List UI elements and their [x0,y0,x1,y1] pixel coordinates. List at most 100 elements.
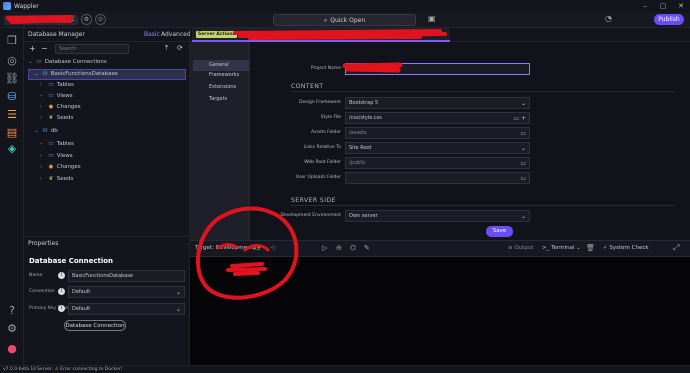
tree-item-seeds-2[interactable]: › ❦ Seeds [40,174,73,185]
layout-icon[interactable]: ▣ [428,14,436,23]
panel-title: Database Manager [28,31,85,38]
notifications-icon[interactable]: ◔ [605,14,612,23]
folder-plus-icon[interactable]: ▭ + [513,113,526,124]
add-icon[interactable]: + [29,44,36,53]
delete-icon[interactable]: 🗑 [586,244,595,252]
title-bar: Wappler – ▢ ✕ [0,0,690,12]
window-controls: – ▢ ✕ [636,0,690,12]
refresh-icon[interactable]: ⟳ [177,44,183,52]
dev-env-select[interactable]: Own server ⌄ [345,210,530,222]
tree-item-changes[interactable]: › ◉ Changes [40,102,81,113]
bottom-toolbar: Target: Development2 ▾ ⚠ ⟲ ▷ ⊖ ⌬ ✎ ≡ Out… [190,240,690,257]
chevron-down-icon: ⌄ [69,16,75,23]
status-bar: v7.0.0-beta.14 Server: ⚠ Error connectin… [0,365,690,373]
assets-folder-input[interactable]: /assets ▭ [345,127,530,139]
nav-targets[interactable]: Targets [193,94,249,105]
style-file-input[interactable]: /css/style.css ▭ + [345,112,530,124]
gear-icon[interactable]: ⚙ [81,14,92,25]
tree-item-views[interactable]: › ▭ Views [40,91,73,102]
tree-item-seeds[interactable]: › ❦ Seeds [40,113,73,124]
tree-item-changes-2[interactable]: › ◉ Changes [40,162,81,173]
uploads-folder-input[interactable]: ▭ [345,172,530,184]
search-icon: ⌕ [323,17,328,24]
convention-select[interactable]: Default ⌄ [68,286,185,298]
top-bar: ⌄ ⚙ ⊙ ⌕ Quick Open ▣ ◔ Publish [0,12,690,28]
tab-output[interactable]: ≡ Output [508,245,533,251]
warning-icon[interactable]: ⚠ [254,244,260,252]
quick-open-button[interactable]: ⌕ Quick Open [273,14,416,26]
project-settings: General Frameworks Extensions Targets Pr… [190,42,690,240]
chevron-down-icon: ⌄ [175,289,181,296]
content-heading: CONTENT [291,83,324,90]
tree-item-tables[interactable]: › ▭ Tables [40,80,74,91]
project-info-icon[interactable]: ⊙ [95,14,106,25]
tree-item-conn2[interactable]: ⌄ ⛁ db [34,126,58,137]
properties-panel: Properties Database Connection Name i Ba… [24,236,190,365]
assets-folder-row: Assets Folder /assets ▭ [250,127,690,139]
server-status[interactable]: Server: ⚠ Error connecting to Docker! [37,366,122,373]
close-icon[interactable]: ✕ [672,0,690,12]
maximize-icon[interactable]: ▢ [654,0,672,12]
server-actions-badge: Server Actions [196,31,238,38]
folder-icon[interactable]: ▭ [520,158,526,169]
name-field[interactable]: BasicFunctionsDatabase [68,270,185,282]
properties-header: Properties [28,240,59,247]
tree-item-views-2[interactable]: › ▭ Views [40,151,73,162]
dev-env-row: Development Environment Own server ⌄ [250,210,690,222]
server-connect-icon[interactable]: ⛓ [5,72,19,86]
tree-item-tables-2[interactable]: › ▭ Tables [40,139,74,150]
settings-nav: General Frameworks Extensions Targets [190,42,250,240]
tab-terminal[interactable]: >_ Terminal ⌄ [542,245,581,251]
publish-button[interactable]: Publish [654,14,684,25]
warning-icon: ⚠ [54,367,59,372]
database-connection-button[interactable]: Database Connection [64,320,126,331]
server-side-heading: SERVER SIDE [291,197,336,204]
links-relative-row: Links Relative To Site Root ⌄ [250,142,690,154]
database-icon[interactable]: ⛁ [5,90,19,104]
chevron-down-icon: ⌄ [175,306,181,313]
target-selector[interactable]: Target: Development2 ▾ [195,245,261,251]
design-framework-select[interactable]: Bootstrap 5 ⌄ [345,97,530,109]
web-root-input[interactable]: /public ▭ [345,157,530,169]
nav-frameworks[interactable]: Frameworks [193,70,249,81]
mode-basic-tab[interactable]: Basic [144,31,160,38]
folder-icon[interactable]: ▭ [520,128,526,139]
settings-gear-icon[interactable]: ⚙ [5,322,19,336]
user-avatar-icon[interactable]: ● [5,342,19,356]
help-icon[interactable]: ? [5,304,19,318]
settings-content: Project Name CONTENT Design Framework Bo… [250,42,690,240]
folder-icon[interactable]: ▭ [520,173,526,184]
design-icon[interactable]: ▤ [5,126,19,140]
web-root-row: Web Root Folder /public ▭ [250,157,690,169]
system-check-button[interactable]: ✓ System Check [603,245,649,251]
design-framework-row: Design Framework Bootstrap 5 ⌄ [250,97,690,109]
primary-key-select[interactable]: Default ⌄ [68,303,185,315]
mode-advanced-tab[interactable]: Advanced [161,31,191,38]
app-connect-icon[interactable]: ◎ [5,54,19,68]
tree-root[interactable]: ⌄ ▭ Database Connections [28,57,107,68]
pages-icon[interactable]: ❐ [5,34,19,48]
edit-icon[interactable]: ✎ [364,244,370,252]
tree-item-conn1[interactable]: ⌄ ⛁ BasicFunctionsDatabase [34,69,118,80]
project-selector[interactable]: ⌄ [4,15,78,25]
links-relative-select[interactable]: Site Root ⌄ [345,142,530,154]
resources-icon[interactable]: ☰ [5,108,19,122]
import-icon[interactable]: ⤒ [165,44,168,53]
tab-server-actions[interactable]: Server Actions [192,28,450,42]
deploy-icon[interactable]: ⟲ [270,244,276,252]
prop-row-convention: Convention i Default ⌄ [28,286,186,298]
remove-icon[interactable]: − [41,44,48,53]
search-input[interactable]: Search [55,44,129,54]
minimize-icon[interactable]: – [636,0,654,12]
terminal-area[interactable] [190,257,690,365]
nav-extensions[interactable]: Extensions [193,82,249,93]
style-file-row: Style File /css/style.css ▭ + [250,112,690,124]
prop-row-name: Name i BasicFunctionsDatabase [28,270,186,282]
expand-icon[interactable]: ⤢ [673,243,679,253]
link-icon[interactable]: ⌬ [350,244,356,252]
stop-icon[interactable]: ⊖ [336,244,342,252]
run-icon[interactable]: ▷ [322,244,327,252]
save-button[interactable]: Save [486,226,513,237]
layers-icon[interactable]: ◈ [5,142,19,156]
project-name-input[interactable] [345,63,530,75]
